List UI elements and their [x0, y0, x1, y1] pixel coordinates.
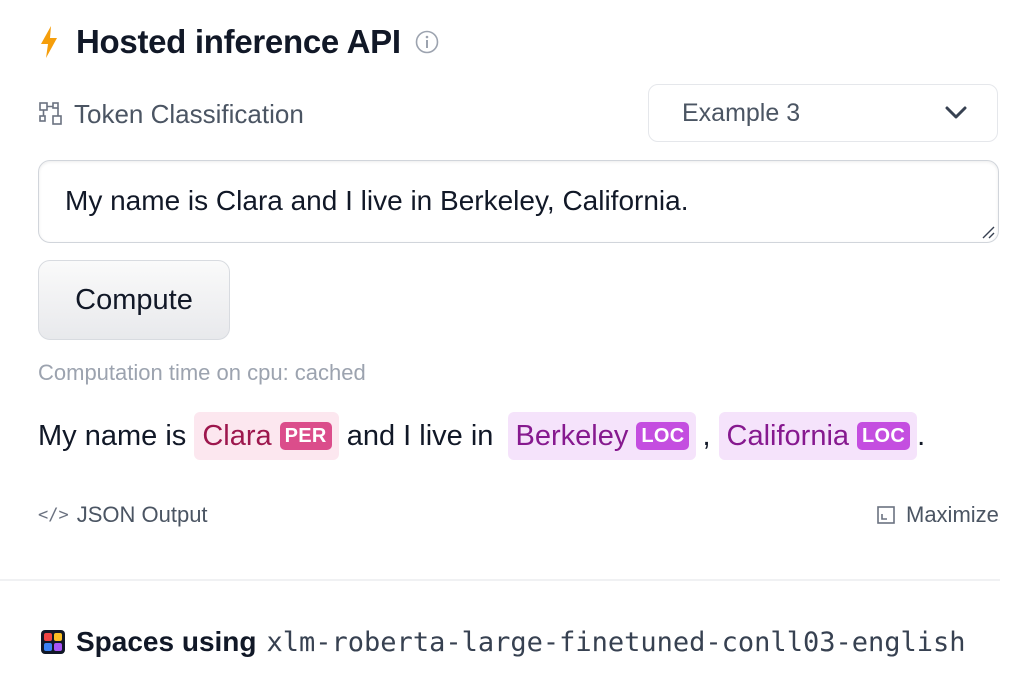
widget-title: Hosted inference API: [76, 23, 401, 60]
compute-button-label: Compute: [75, 283, 193, 316]
maximize-label: Maximize: [906, 502, 999, 527]
entity-text: Clara: [202, 419, 272, 452]
divider: [0, 579, 1000, 581]
maximize-icon: [877, 506, 895, 524]
example-select-value: Example 3: [682, 98, 801, 127]
ner-output: My name is Clara PER and I live in Berke…: [38, 412, 925, 460]
entity-per: Clara PER: [194, 412, 339, 460]
chevron-down-icon: [945, 106, 967, 119]
entity-text: California: [726, 419, 850, 452]
example-select[interactable]: Example 3: [648, 84, 998, 142]
task-type: Token Classification: [38, 96, 304, 132]
entity-tag-loc: LOC: [857, 422, 911, 450]
spaces-label: Spaces using: [76, 626, 257, 657]
text-input[interactable]: My name is Clara and I live in Berkeley,…: [38, 160, 999, 243]
spaces-icon: [41, 630, 65, 654]
task-label: Token Classification: [74, 98, 304, 129]
json-output-link[interactable]: </> JSON Output: [38, 502, 208, 528]
text-input-value: My name is Clara and I live in Berkeley,…: [65, 185, 689, 216]
entity-tag-per: PER: [279, 422, 332, 450]
model-name: xlm-roberta-large-finetuned-conll03-engl…: [266, 626, 966, 658]
output-text: ,: [702, 419, 711, 452]
maximize-button[interactable]: Maximize: [876, 502, 999, 528]
entity-tag-loc: LOC: [636, 422, 690, 450]
output-text: .: [917, 419, 926, 452]
entity-loc: Berkeley LOC: [507, 412, 697, 460]
code-icon: </>: [38, 505, 69, 525]
output-text: and I live in: [338, 419, 502, 452]
compute-button[interactable]: Compute: [38, 260, 230, 340]
spaces-using: Spaces using xlm-roberta-large-finetuned…: [40, 626, 966, 658]
json-output-label: JSON Output: [76, 502, 208, 527]
output-text: My name is: [38, 419, 195, 452]
resize-handle-icon[interactable]: [979, 223, 995, 239]
lightning-icon: [41, 26, 57, 58]
token-classification-icon: [39, 102, 62, 125]
computation-time: Computation time on cpu: cached: [38, 360, 366, 385]
entity-loc: California LOC: [718, 412, 918, 460]
info-icon[interactable]: [415, 30, 439, 54]
entity-text: Berkeley: [515, 419, 629, 452]
widget-header: Hosted inference API: [38, 20, 439, 64]
